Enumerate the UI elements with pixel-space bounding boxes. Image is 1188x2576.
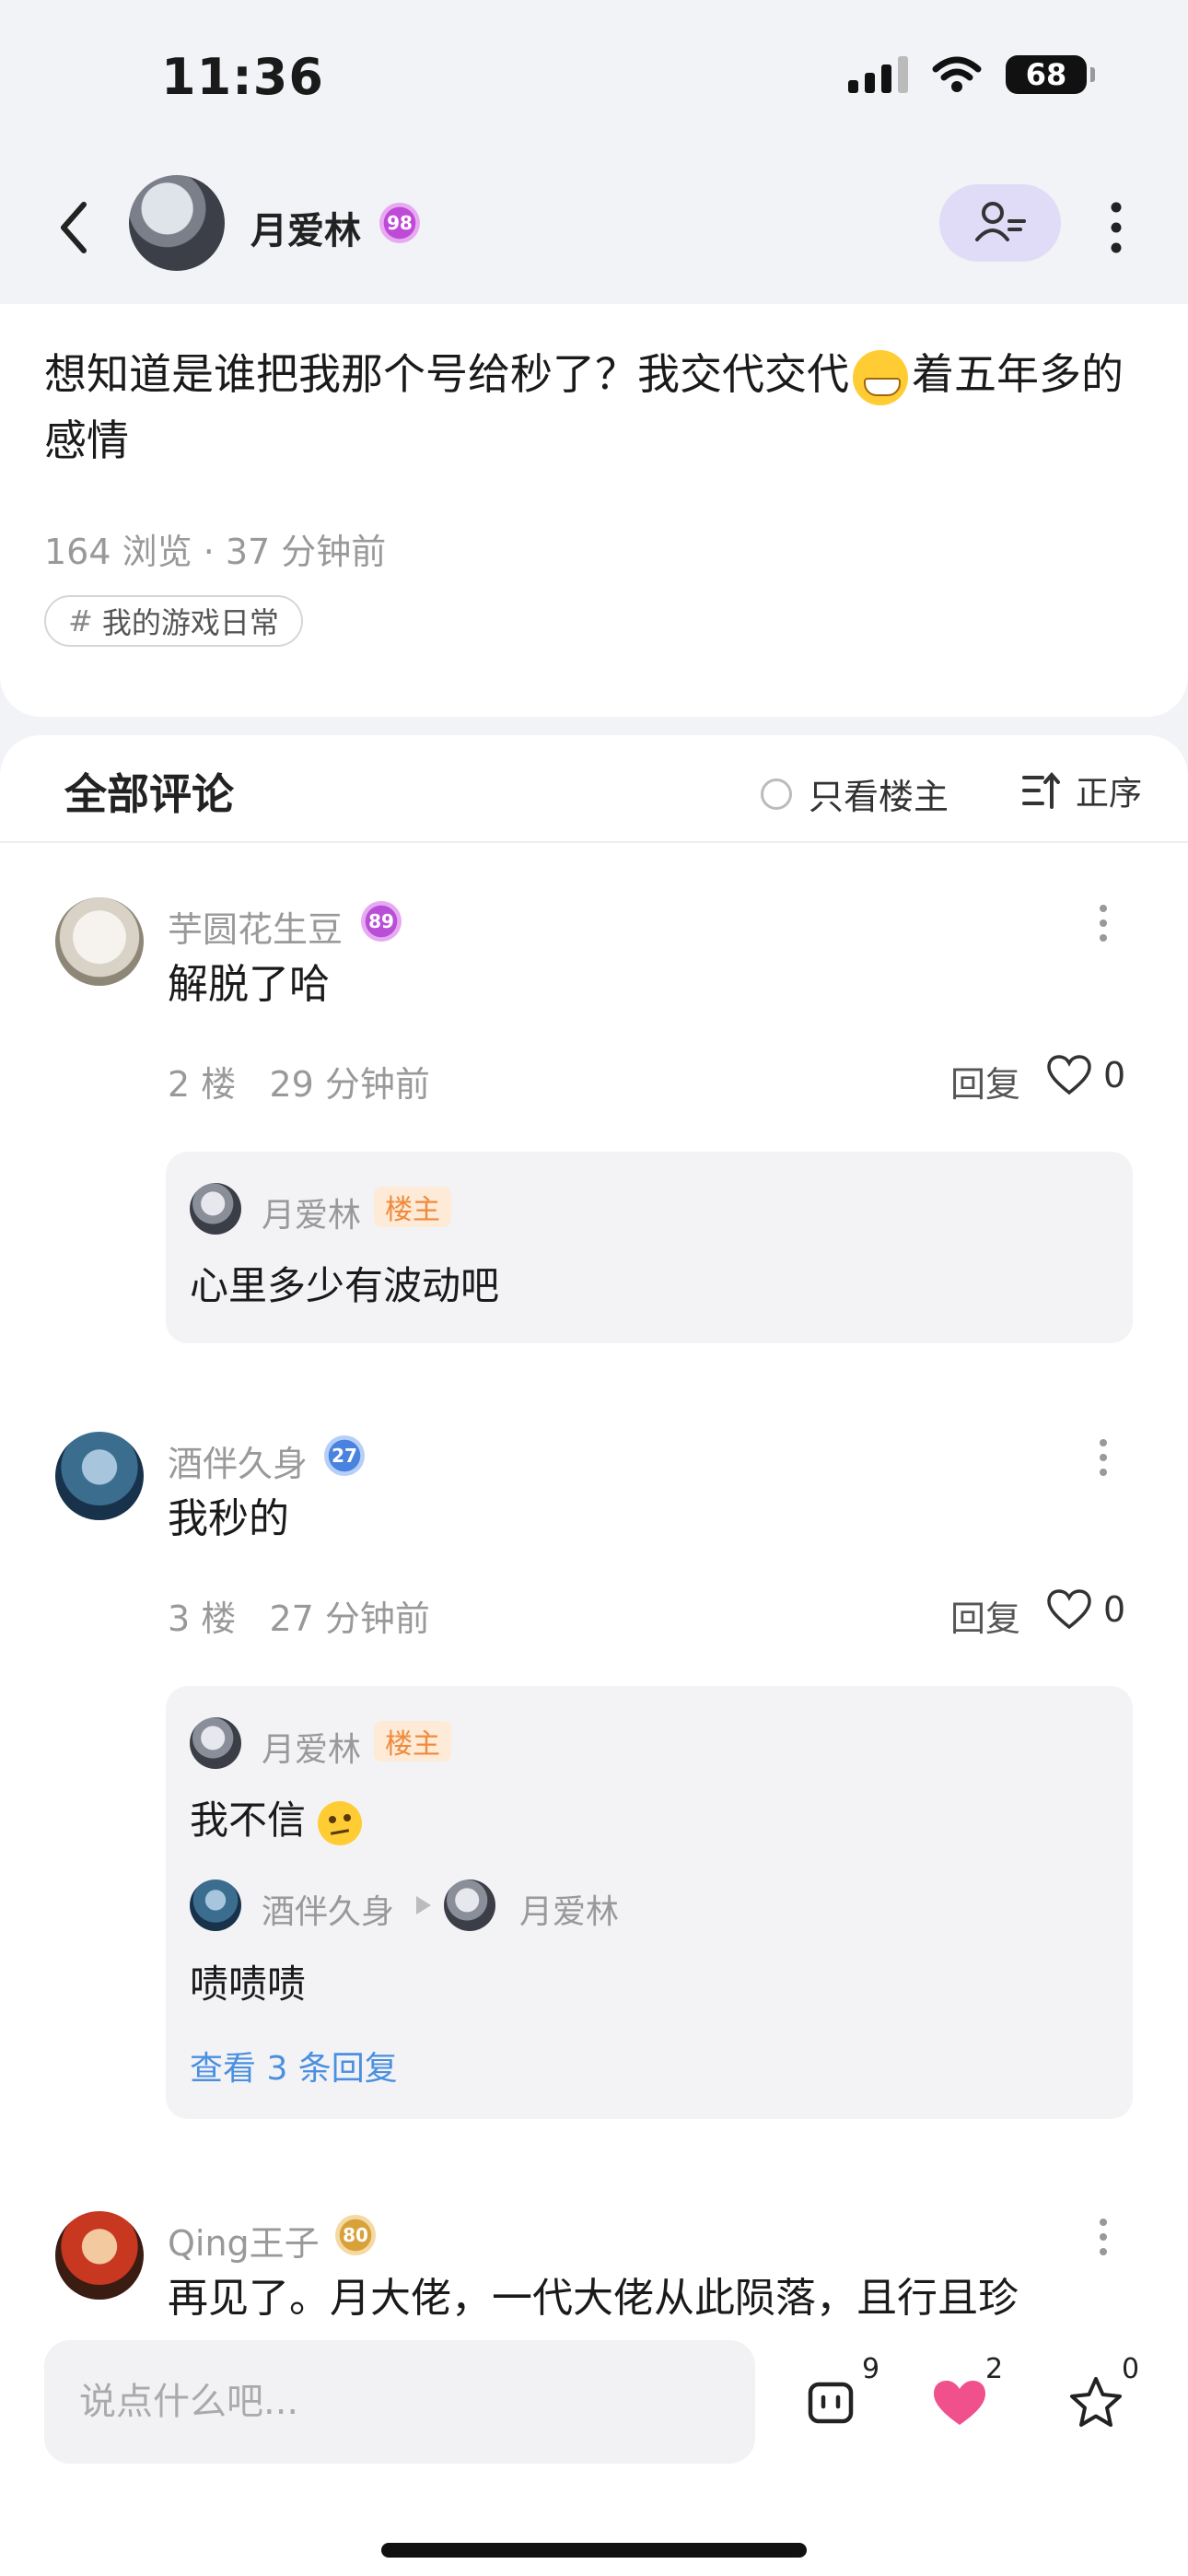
comments-title: 全部评论 (64, 769, 234, 819)
comments-header: 全部评论 只看楼主 正序 (0, 735, 1188, 843)
only-op-toggle[interactable]: 只看楼主 (761, 768, 949, 819)
reply-button[interactable]: 回复 (950, 1056, 1020, 1107)
reply-author-name[interactable]: 酒伴久身 (262, 1885, 394, 1933)
post-body: 想知道是谁把我那个号给秒了？我交代交代 着五年多的感情 (44, 341, 1149, 474)
follow-user-icon (975, 201, 1026, 241)
battery-icon: 68 (1006, 55, 1095, 94)
view-more-replies-link[interactable]: 查看 3 条回复 (190, 2042, 398, 2090)
comment-more-icon[interactable] (1092, 2217, 1114, 2257)
radio-icon (761, 778, 792, 810)
like-count: 0 (1103, 1055, 1126, 1095)
post-text-part-1: 想知道是谁把我那个号给秒了？我交代交代 (44, 349, 849, 399)
comments-section: 全部评论 只看楼主 正序 芋圆花生豆 89 解脱了哈 2 楼 29 分钟前 回复 (0, 735, 1188, 2320)
home-indicator[interactable] (381, 2543, 807, 2558)
op-tag: 楼主 (374, 1721, 451, 1762)
cellular-signal-icon (848, 56, 908, 93)
post-header: 月爱林 98 (0, 157, 1188, 304)
wifi-icon (932, 56, 982, 92)
reply-button[interactable]: 回复 (950, 1590, 1020, 1641)
comment-floor-time: 3 楼 27 分钟前 (168, 1598, 430, 1639)
commenter-avatar[interactable] (55, 2211, 144, 2300)
like-count: 0 (1103, 1589, 1126, 1630)
like-button[interactable]: 0 (1046, 1588, 1125, 1631)
grinning-emoji-icon (853, 349, 908, 405)
follow-button[interactable] (939, 184, 1061, 262)
reply-avatar[interactable] (190, 1183, 241, 1235)
back-arrow-icon[interactable] (51, 195, 97, 260)
level-badge: 80 (335, 2215, 376, 2255)
reply-text: 心里多少有波动吧 (190, 1263, 500, 1308)
sort-toggle[interactable]: 正序 (1020, 767, 1142, 814)
level-badge: 98 (379, 203, 420, 243)
comment-more-icon[interactable] (1092, 1437, 1114, 1478)
op-tag: 楼主 (374, 1187, 451, 1227)
reply-to-arrow-icon (416, 1896, 431, 1914)
like-button[interactable]: 0 (1046, 1054, 1125, 1096)
favorite-count: 0 (1122, 2353, 1140, 2385)
commenter-name[interactable]: Qing王子 (168, 2215, 320, 2266)
sort-label: 正序 (1076, 775, 1143, 813)
reply-thread: 月爱林 楼主 心里多少有波动吧 (166, 1152, 1133, 1343)
reply-author-name[interactable]: 月爱林 (262, 1723, 361, 1771)
more-vertical-icon[interactable] (1098, 197, 1135, 258)
hashtag-icon: # (68, 603, 93, 638)
only-op-label: 只看楼主 (809, 777, 949, 817)
sort-icon (1022, 771, 1060, 809)
commenter-name[interactable]: 酒伴久身 (168, 1435, 308, 1486)
raised-eyebrow-emoji-icon (318, 1800, 363, 1845)
comment-count: 9 (862, 2353, 880, 2385)
comment-text: 再见了。月大佬，一代大佬从此陨落，且行且珍 (168, 2275, 1019, 2320)
comment-icon[interactable] (794, 2366, 868, 2440)
reply-thread: 月爱林 楼主 我不信 酒伴久身 月爱林 啧啧啧 查看 3 条回复 (166, 1686, 1133, 2119)
status-bar: 11:36 68 (0, 0, 1188, 157)
status-time: 11:36 (161, 48, 324, 106)
commenter-avatar[interactable] (55, 1432, 144, 1520)
comment-floor-time: 2 楼 29 分钟前 (168, 1064, 430, 1105)
commenter-name[interactable]: 芋圆花生豆 (168, 901, 343, 952)
level-badge: 27 (324, 1435, 365, 1476)
reply-text-content: 我不信 (190, 1797, 307, 1843)
author-avatar[interactable] (129, 175, 225, 271)
comment-text: 我秒的 (168, 1495, 289, 1542)
reply-to-avatar[interactable] (444, 1879, 495, 1931)
topic-tag-label: 我的游戏日常 (101, 605, 279, 640)
reply-text: 我不信 (190, 1789, 363, 1845)
reply-author-name[interactable]: 月爱林 (262, 1188, 361, 1236)
like-count: 2 (985, 2353, 1004, 2385)
author-name[interactable]: 月爱林 (250, 201, 361, 254)
commenter-avatar[interactable] (55, 897, 144, 986)
level-badge: 89 (361, 901, 402, 942)
reply-avatar[interactable] (190, 1879, 241, 1931)
comment-text: 解脱了哈 (168, 961, 330, 1008)
bottom-action-bar: 9 2 0 (0, 2320, 1188, 2576)
heart-outline-icon (1047, 1055, 1091, 1095)
heart-outline-icon (1047, 1589, 1091, 1630)
reply-text: 啧啧啧 (190, 1961, 307, 2007)
reply-to-name[interactable]: 月爱林 (519, 1885, 619, 1933)
reply-avatar[interactable] (190, 1717, 241, 1769)
post-card: 想知道是谁把我那个号给秒了？我交代交代 着五年多的感情 164 浏览 · 37 分… (0, 304, 1188, 717)
post-meta: 164 浏览 · 37 分钟前 (44, 532, 387, 572)
status-icons: 68 (848, 55, 1095, 94)
comment-input[interactable] (44, 2340, 755, 2464)
comment-more-icon[interactable] (1092, 903, 1114, 943)
topic-tag[interactable]: # 我的游戏日常 (44, 595, 303, 647)
